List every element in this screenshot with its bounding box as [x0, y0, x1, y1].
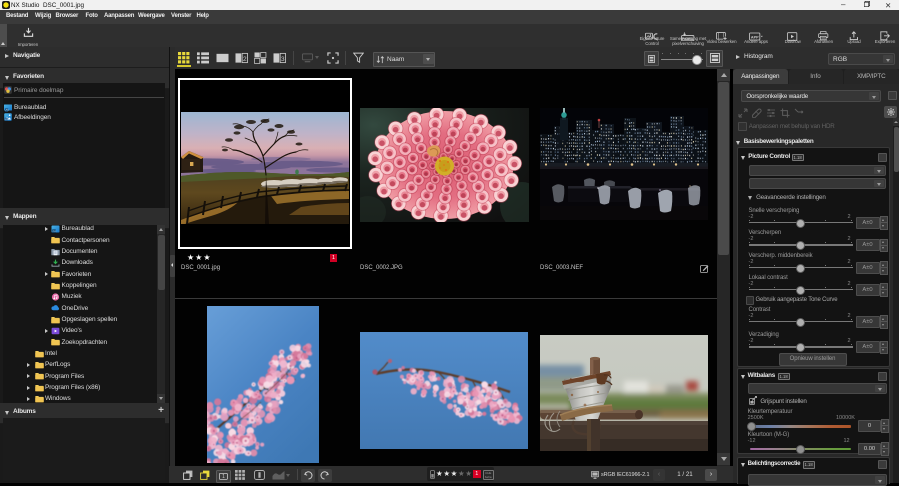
svg-text:1: 1	[222, 474, 225, 480]
svg-text:2: 2	[243, 55, 247, 62]
svg-text:3: 3	[281, 55, 285, 62]
